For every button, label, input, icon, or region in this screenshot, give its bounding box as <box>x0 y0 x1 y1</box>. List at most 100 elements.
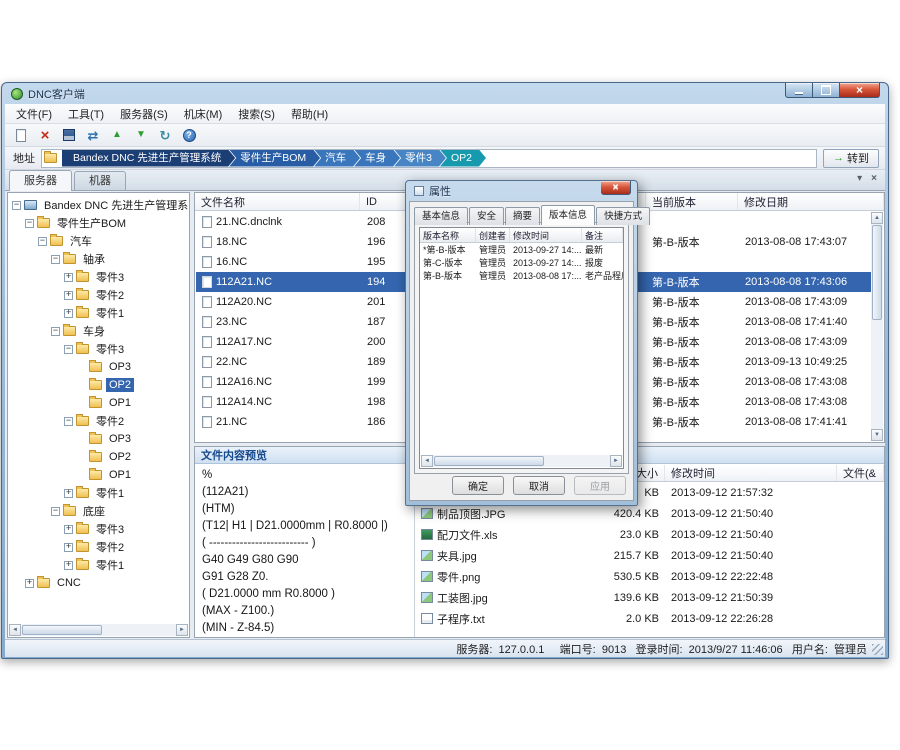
tree-item[interactable]: OP1 <box>9 466 188 484</box>
expand-icon[interactable] <box>64 489 73 498</box>
tree-item[interactable]: 零件3 <box>9 520 188 538</box>
save-icon[interactable] <box>59 126 79 145</box>
upload-icon[interactable] <box>107 126 127 145</box>
tree-item[interactable]: OP2 <box>9 448 188 466</box>
expand-icon[interactable] <box>25 579 34 588</box>
工装图.jpg[interactable]: 工装图.jpg 139.6 KB 2013-09-12 21:50:39 <box>415 587 884 608</box>
breadcrumb-item[interactable]: 汽车 <box>314 150 360 167</box>
help-icon[interactable] <box>179 126 199 145</box>
column-note[interactable]: 备注 <box>582 228 623 242</box>
dialog-button[interactable]: 取消 <box>513 476 565 495</box>
new-file-icon[interactable] <box>11 126 31 145</box>
dialog-titlebar[interactable]: 属性 <box>409 181 634 201</box>
column-version-name[interactable]: 版本名称 <box>420 228 476 242</box>
version-list-hscrollbar[interactable]: ◄ ► <box>421 455 622 467</box>
scroll-thumb[interactable] <box>872 225 882 320</box>
tree-item[interactable]: 车身 <box>9 322 188 340</box>
dropdown-icon[interactable] <box>857 174 862 184</box>
scroll-right-icon[interactable]: ► <box>176 624 188 636</box>
expand-icon[interactable] <box>12 201 21 210</box>
column-modify-time[interactable]: 修改时间 <box>510 228 582 242</box>
expand-icon[interactable] <box>64 345 73 354</box>
expand-icon[interactable] <box>64 525 73 534</box>
transfer-icon[interactable] <box>83 126 103 145</box>
expand-icon[interactable] <box>64 273 73 282</box>
零件.png[interactable]: 零件.png 530.5 KB 2013-09-12 22:22:48 <box>415 566 884 587</box>
expand-icon[interactable] <box>38 237 47 246</box>
*第-B-版本[interactable]: *第-B-版本 管理员 2013-09-27 14:... 最新 <box>420 243 623 256</box>
expand-icon[interactable] <box>64 291 73 300</box>
view-tab[interactable]: 服务器 <box>9 170 72 191</box>
第-B-版本[interactable]: 第-B-版本 管理员 2013-08-08 17:... 老产品程序 <box>420 269 623 282</box>
expand-icon[interactable] <box>51 507 60 516</box>
第-C-版本[interactable]: 第-C-版本 管理员 2013-09-27 14:... 报废 <box>420 256 623 269</box>
view-tab[interactable]: 机器 <box>74 171 126 190</box>
breadcrumb-item[interactable]: 零件3 <box>394 150 446 167</box>
expand-icon[interactable] <box>64 543 73 552</box>
expand-icon[interactable] <box>51 255 60 264</box>
close-panel-icon[interactable] <box>871 174 877 184</box>
scroll-right-icon[interactable]: ► <box>610 455 622 467</box>
expand-icon[interactable] <box>64 417 73 426</box>
menu-item[interactable]: 服务器(S) <box>112 103 176 125</box>
go-button[interactable]: 转到 <box>823 149 879 168</box>
column-current-version[interactable]: 当前版本 <box>646 193 738 210</box>
refresh-icon[interactable] <box>155 126 175 145</box>
tree-item[interactable]: OP3 <box>9 358 188 376</box>
tree-item[interactable]: OP3 <box>9 430 188 448</box>
expand-icon[interactable] <box>64 309 73 318</box>
夹具.jpg[interactable]: 夹具.jpg 215.7 KB 2013-09-12 21:50:40 <box>415 545 884 566</box>
tree-item[interactable]: 零件生产BOM <box>9 214 188 232</box>
minimize-button[interactable] <box>785 83 813 98</box>
dialog-close-button[interactable] <box>601 181 631 195</box>
column-time[interactable]: 修改时间 <box>665 465 837 481</box>
tree-item[interactable]: 底座 <box>9 502 188 520</box>
column-creator[interactable]: 创建者 <box>476 228 510 242</box>
menu-item[interactable]: 搜索(S) <box>230 103 283 125</box>
titlebar[interactable]: DNC客户端 <box>5 83 885 104</box>
scroll-thumb[interactable] <box>22 625 102 635</box>
tree-item[interactable]: 零件3 <box>9 268 188 286</box>
delete-icon[interactable] <box>35 126 55 145</box>
scroll-left-icon[interactable]: ◄ <box>9 624 21 636</box>
scroll-down-icon[interactable]: ▼ <box>871 429 883 441</box>
menu-item[interactable]: 文件(F) <box>8 103 60 125</box>
breadcrumb-item[interactable]: OP2 <box>440 150 486 167</box>
tree-item[interactable]: 零件2 <box>9 286 188 304</box>
tree-item[interactable]: 零件1 <box>9 556 188 574</box>
配刀文件.xls[interactable]: 配刀文件.xls 23.0 KB 2013-09-12 21:50:40 <box>415 524 884 545</box>
breadcrumb-item[interactable]: 车身 <box>354 150 400 167</box>
tree-item[interactable]: 轴承 <box>9 250 188 268</box>
column-file[interactable]: 文件(& <box>837 465 884 481</box>
tree-item[interactable]: OP2 <box>9 376 188 394</box>
file-list-vscrollbar[interactable]: ▲ ▼ <box>871 212 883 441</box>
expand-icon[interactable] <box>64 561 73 570</box>
tree-item[interactable]: 零件3 <box>9 340 188 358</box>
子程序.txt[interactable]: 子程序.txt 2.0 KB 2013-09-12 22:26:28 <box>415 608 884 629</box>
tree-hscrollbar[interactable]: ◄ ► <box>9 624 188 636</box>
制品顶图.JPG[interactable]: 制品顶图.JPG 420.4 KB 2013-09-12 21:50:40 <box>415 503 884 524</box>
scroll-up-icon[interactable]: ▲ <box>871 212 883 224</box>
dialog-button[interactable]: 确定 <box>452 476 504 495</box>
maximize-button[interactable] <box>813 83 840 98</box>
expand-icon[interactable] <box>25 219 34 228</box>
column-modified-date[interactable]: 修改日期 <box>738 193 884 210</box>
dialog-tab[interactable]: 基本信息 <box>414 207 468 225</box>
tree-item[interactable]: 零件1 <box>9 304 188 322</box>
menu-item[interactable]: 机床(M) <box>176 103 231 125</box>
scroll-thumb[interactable] <box>434 456 544 466</box>
menu-item[interactable]: 帮助(H) <box>283 103 336 125</box>
tree-item[interactable]: CNC <box>9 574 188 592</box>
breadcrumb-item[interactable]: 零件生产BOM <box>229 150 320 167</box>
tree-item[interactable]: 零件2 <box>9 538 188 556</box>
resize-grip[interactable] <box>872 644 883 655</box>
download-icon[interactable] <box>131 126 151 145</box>
dialog-button[interactable]: 应用 <box>574 476 626 495</box>
close-button[interactable] <box>840 83 880 98</box>
dialog-tab[interactable]: 快捷方式 <box>596 207 650 225</box>
tree-item[interactable]: 零件2 <box>9 412 188 430</box>
address-field[interactable]: Bandex DNC 先进生产管理系统零件生产BOM汽车车身零件3OP2 <box>41 149 817 168</box>
column-file-name[interactable]: 文件名称 <box>195 193 360 210</box>
breadcrumb-item[interactable]: Bandex DNC 先进生产管理系统 <box>62 150 235 167</box>
dialog-tab[interactable]: 版本信息 <box>541 205 595 225</box>
